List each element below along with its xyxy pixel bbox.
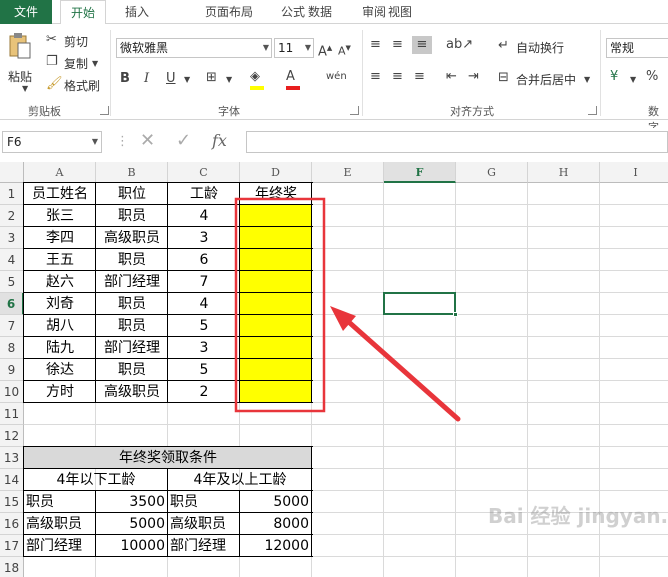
annotation-box [234,197,326,413]
annotation-arrow-shaft [339,313,461,422]
annotation-overlay [234,197,461,422]
watermark: Bai 经验 jingyan.baidu.com [488,504,668,528]
